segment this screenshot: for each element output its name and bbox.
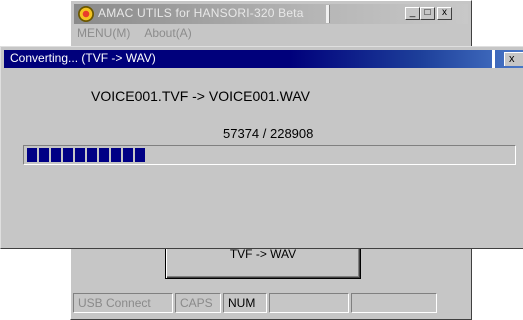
dialog-title: Converting... (TVF -> WAV) (10, 51, 156, 65)
status-empty-2 (351, 293, 437, 313)
minimize-button[interactable]: _ (405, 7, 420, 20)
dialog-titlebar[interactable]: Converting... (TVF -> WAV) x (4, 50, 523, 68)
converting-dialog: Converting... (TVF -> WAV) x VOICE001.TV… (0, 46, 523, 249)
dialog-title-separator (492, 50, 495, 68)
conversion-filenames: VOICE001.TVF -> VOICE001.WAV (91, 88, 311, 104)
title-separator (326, 5, 330, 23)
progress-bar-fill (27, 148, 145, 162)
close-button[interactable]: x (437, 7, 452, 20)
main-titlebar[interactable]: AMAC UTILS for HANSORI-320 Beta _ □ x (74, 4, 468, 24)
progress-count: 57374 / 228908 (223, 126, 314, 141)
window-buttons: _ □ x (405, 7, 452, 20)
maximize-button[interactable]: □ (420, 7, 435, 20)
menu-item-menu[interactable]: MENU(M) (77, 26, 130, 44)
status-caps: CAPS (175, 293, 221, 313)
progress-bar (23, 145, 516, 165)
menubar: MENU(M) About(A) (77, 26, 192, 44)
status-usb-connect: USB Connect (73, 293, 173, 313)
app-icon[interactable] (78, 6, 94, 22)
status-num: NUM (223, 293, 267, 313)
status-empty-1 (269, 293, 349, 313)
main-window-title: AMAC UTILS for HANSORI-320 Beta (98, 6, 304, 20)
statusbar: USB Connect CAPS NUM (73, 293, 467, 315)
menu-item-about[interactable]: About(A) (144, 26, 191, 44)
dialog-close-button[interactable]: x (504, 52, 523, 66)
